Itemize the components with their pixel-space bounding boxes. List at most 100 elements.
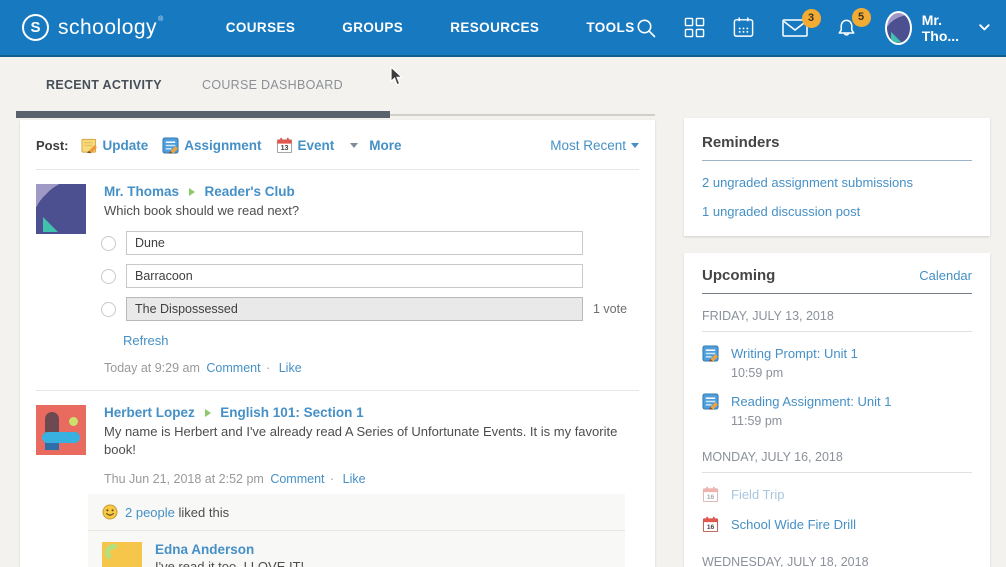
post-event-button[interactable]: 13 Event xyxy=(276,137,335,154)
poll-option-row: Dune xyxy=(101,231,639,255)
commenter-link[interactable]: Edna Anderson xyxy=(155,542,254,557)
sort-dropdown[interactable]: Most Recent xyxy=(550,138,639,153)
post-update-button[interactable]: Update xyxy=(81,137,149,154)
poll: Dune Barracoon The Dispossessed 1 vote R… xyxy=(101,231,639,348)
tab-recent-activity[interactable]: RECENT ACTIVITY xyxy=(46,78,162,92)
schoology-logo[interactable]: S schoology® xyxy=(22,14,164,41)
schoology-logo-text: schoology® xyxy=(58,16,164,40)
poll-option[interactable]: Dune xyxy=(126,231,583,255)
poll-option-row: The Dispossessed 1 vote xyxy=(101,297,639,321)
post-footer: Today at 9:29 am Comment · Like xyxy=(104,361,639,375)
upcoming-event-link[interactable]: Reading Assignment: Unit 1 xyxy=(731,394,891,409)
messages-icon[interactable]: 3 xyxy=(782,18,808,38)
schoology-logo-icon: S xyxy=(22,14,49,41)
upcoming-event: Writing Prompt: Unit 1 xyxy=(702,345,972,362)
comment-text: I've read it too, I LOVE IT! xyxy=(155,558,349,567)
assignment-icon xyxy=(162,137,179,154)
upcoming-event: 16 Field Trip xyxy=(702,486,972,503)
poll-radio[interactable] xyxy=(101,236,116,251)
avatar[interactable] xyxy=(36,184,86,234)
comment-link[interactable]: Comment xyxy=(270,472,324,486)
vote-count: 1 vote xyxy=(593,302,627,316)
nav-item-courses[interactable]: COURSES xyxy=(226,20,296,35)
event-calendar-icon: 16 xyxy=(702,486,719,503)
user-avatar xyxy=(885,11,912,45)
reminder-ungraded-discussion[interactable]: 1 ungraded discussion post xyxy=(702,204,972,219)
comments-section: 2 people liked this Edna Anderson I've r… xyxy=(88,494,625,567)
likes-summary: 2 people liked this xyxy=(88,494,625,530)
upcoming-event-link[interactable]: Writing Prompt: Unit 1 xyxy=(731,346,858,361)
context-arrow-icon xyxy=(189,188,195,196)
user-name: Mr. Tho... xyxy=(922,12,969,44)
poll-refresh-link[interactable]: Refresh xyxy=(123,333,169,348)
course-link[interactable]: English 101: Section 1 xyxy=(220,405,363,420)
notifications-badge: 5 xyxy=(852,8,871,27)
messages-badge: 3 xyxy=(802,9,821,28)
assignment-icon xyxy=(702,345,719,362)
upcoming-event-link[interactable]: School Wide Fire Drill xyxy=(731,517,856,532)
nav-item-tools[interactable]: TOOLS xyxy=(586,20,634,35)
post-text: Which book should we read next? xyxy=(104,202,639,220)
post-text: My name is Herbert and I've already read… xyxy=(104,423,639,459)
activity-feed-card: Post: Update Assignment 13 Event More Mo… xyxy=(20,120,655,567)
upcoming-card: Upcoming Calendar FRIDAY, JULY 13, 2018 … xyxy=(684,253,990,567)
upcoming-date-header: MONDAY, JULY 16, 2018 xyxy=(702,450,972,473)
upcoming-title: Upcoming xyxy=(702,267,775,284)
post-timestamp: Thu Jun 21, 2018 at 2:52 pm xyxy=(104,472,264,486)
tab-course-dashboard[interactable]: COURSE DASHBOARD xyxy=(202,78,343,92)
upcoming-date-header: FRIDAY, JULY 13, 2018 xyxy=(702,309,972,332)
feed-post-update: Herbert Lopez English 101: Section 1 My … xyxy=(20,391,655,486)
top-navbar: S schoology® COURSES GROUPS RESOURCES TO… xyxy=(0,0,1006,57)
poll-option-row: Barracoon xyxy=(101,264,639,288)
nav-item-resources[interactable]: RESOURCES xyxy=(450,20,539,35)
user-menu[interactable]: Mr. Tho... xyxy=(885,11,990,45)
event-calendar-icon: 13 xyxy=(276,137,293,154)
reminder-ungraded-assignments[interactable]: 2 ungraded assignment submissions xyxy=(702,175,972,190)
poll-radio[interactable] xyxy=(101,269,116,284)
like-link[interactable]: Like xyxy=(279,361,302,375)
notifications-bell-icon[interactable]: 5 xyxy=(835,17,858,39)
feed-tabs: RECENT ACTIVITY COURSE DASHBOARD xyxy=(16,60,655,120)
upcoming-event: 16 School Wide Fire Drill xyxy=(702,516,972,533)
search-icon[interactable] xyxy=(635,17,657,39)
poll-option[interactable]: The Dispossessed xyxy=(126,297,583,321)
active-tab-underline xyxy=(16,111,390,118)
upcoming-event-time: 10:59 pm xyxy=(731,366,972,380)
avatar[interactable] xyxy=(102,542,142,567)
nav-item-groups[interactable]: GROUPS xyxy=(342,20,403,35)
more-caret-icon xyxy=(350,143,358,148)
author-link[interactable]: Mr. Thomas xyxy=(104,184,179,199)
calendar-icon[interactable] xyxy=(732,16,755,39)
upcoming-event-link[interactable]: Field Trip xyxy=(731,487,784,502)
comment-link[interactable]: Comment xyxy=(206,361,260,375)
post-toolbar: Post: Update Assignment 13 Event More Mo… xyxy=(20,120,655,169)
calendar-link[interactable]: Calendar xyxy=(919,268,972,283)
upcoming-event-time: 11:59 pm xyxy=(731,414,972,428)
post-footer: Thu Jun 21, 2018 at 2:52 pm Comment · Li… xyxy=(104,472,639,486)
app-grid-icon[interactable] xyxy=(684,17,705,38)
post-byline: Mr. Thomas Reader's Club xyxy=(104,184,639,199)
svg-text:16: 16 xyxy=(707,524,715,531)
update-note-icon xyxy=(81,137,98,154)
upcoming-date-header: WEDNESDAY, JULY 18, 2018 xyxy=(702,555,972,567)
liked-by-link[interactable]: 2 people xyxy=(125,505,175,520)
reminders-card: Reminders 2 ungraded assignment submissi… xyxy=(684,118,990,236)
event-calendar-icon: 16 xyxy=(702,516,719,533)
post-more-button[interactable]: More xyxy=(348,138,401,153)
post-timestamp: Today at 9:29 am xyxy=(104,361,200,375)
main-nav-menu: COURSES GROUPS RESOURCES TOOLS xyxy=(226,20,635,35)
like-link[interactable]: Like xyxy=(343,472,366,486)
upcoming-event: Reading Assignment: Unit 1 xyxy=(702,393,972,410)
avatar[interactable] xyxy=(36,405,86,455)
chevron-down-icon xyxy=(979,23,990,32)
poll-option[interactable]: Barracoon xyxy=(126,264,583,288)
author-link[interactable]: Herbert Lopez xyxy=(104,405,195,420)
post-label: Post: xyxy=(36,138,69,153)
course-link[interactable]: Reader's Club xyxy=(205,184,295,199)
poll-radio[interactable] xyxy=(101,302,116,317)
smiley-icon xyxy=(102,504,118,520)
context-arrow-icon xyxy=(205,409,211,417)
post-assignment-button[interactable]: Assignment xyxy=(162,137,261,154)
assignment-icon xyxy=(702,393,719,410)
sort-caret-icon xyxy=(631,143,639,148)
